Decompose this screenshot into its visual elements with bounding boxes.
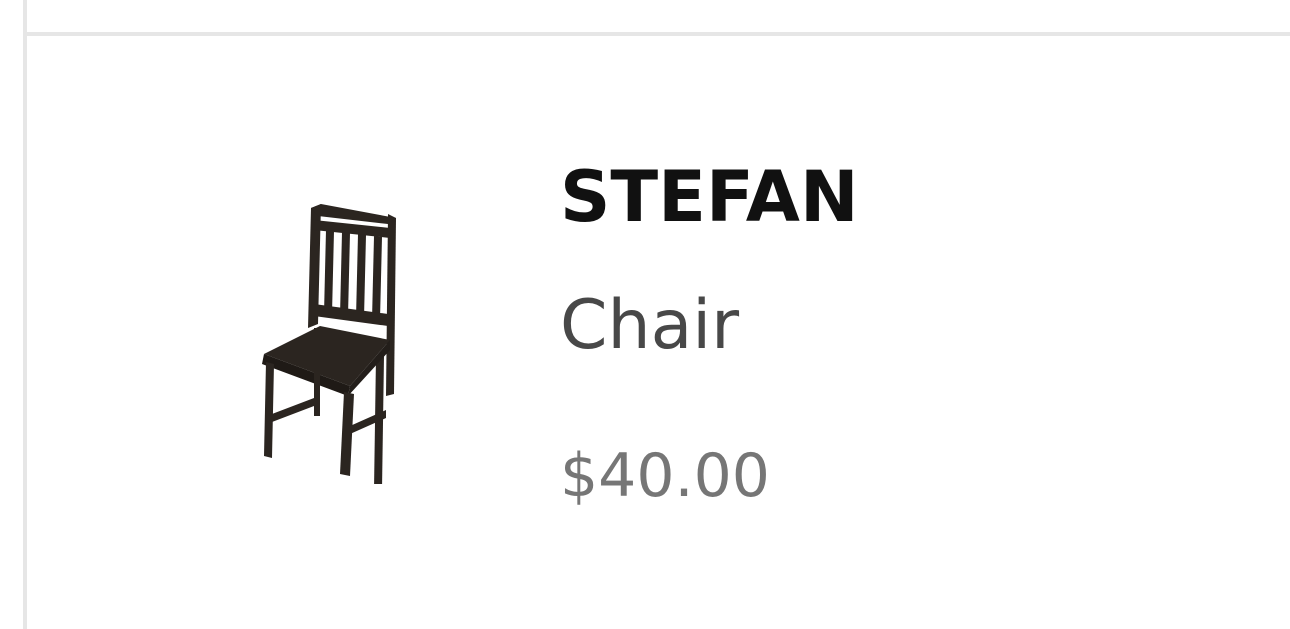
- product-name[interactable]: STEFAN: [560, 162, 859, 232]
- product-card[interactable]: STEFAN Chair $40.00: [27, 36, 1290, 629]
- page: STEFAN Chair $40.00: [0, 0, 1290, 629]
- product-price: $40.00: [560, 441, 770, 511]
- chair-image[interactable]: [180, 164, 484, 484]
- chair-icon: [262, 204, 396, 484]
- product-type: Chair: [560, 286, 740, 365]
